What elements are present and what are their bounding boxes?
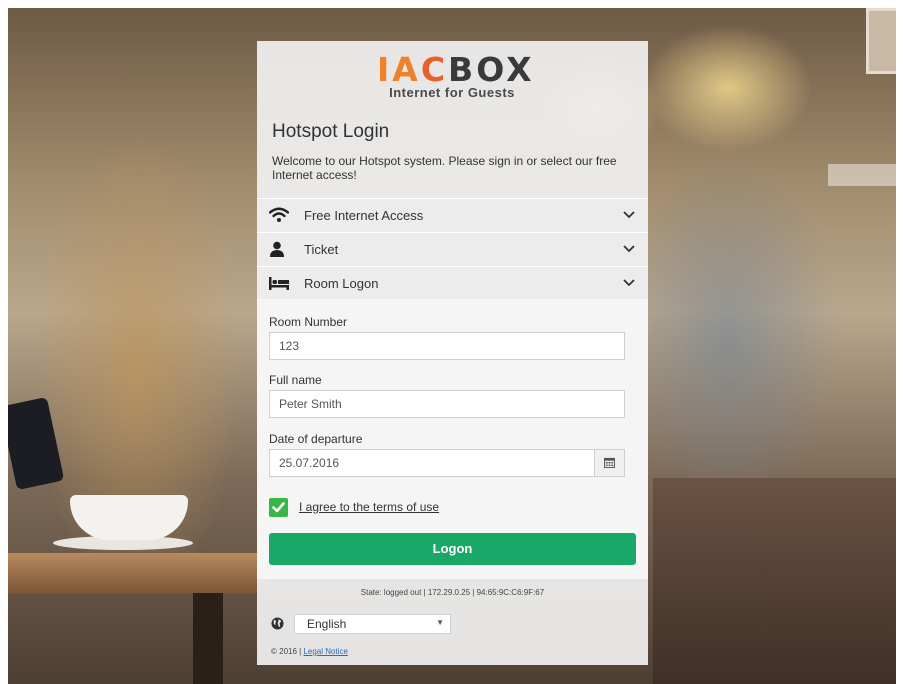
terms-of-use-link[interactable]: I agree to the terms of use: [299, 500, 439, 514]
room-number-field-box: [269, 332, 625, 360]
room-logon-form: Room Number Full name Date of departure: [257, 299, 648, 579]
welcome-text: Welcome to our Hotspot system. Please si…: [272, 154, 617, 182]
logo-c: C: [420, 50, 449, 89]
background-sign: [828, 164, 896, 186]
table-leg: [193, 593, 223, 684]
copyright-text: © 2016 |: [271, 647, 302, 656]
user-icon: [270, 241, 284, 257]
departure-field-box: [269, 449, 625, 477]
globe-icon: [271, 617, 284, 630]
wifi-icon: [269, 207, 289, 222]
accordion-label-ticket: Ticket: [304, 242, 339, 257]
language-select[interactable]: English ▼: [294, 614, 451, 634]
departure-label: Date of departure: [269, 432, 363, 446]
cafe-table: [8, 553, 268, 593]
logo-ia: IA: [377, 50, 421, 89]
login-method-accordion: Free Internet Access Ticket Room Logon: [257, 198, 648, 300]
coffee-cup: [70, 495, 188, 540]
legal-notice-link[interactable]: Legal Notice: [303, 647, 347, 656]
logo-wordmark: IACBOX: [377, 50, 532, 89]
chevron-down-icon: [623, 211, 635, 219]
accordion-item-ticket[interactable]: Ticket: [257, 232, 648, 266]
chevron-down-icon: [623, 245, 635, 253]
calendar-button[interactable]: [594, 450, 624, 476]
checkmark-icon: [272, 502, 285, 513]
room-number-input[interactable]: [270, 333, 618, 359]
full-name-input[interactable]: [270, 391, 618, 417]
language-selected: English: [307, 617, 347, 631]
phone: [8, 396, 65, 491]
terms-checkbox[interactable]: [269, 498, 288, 517]
room-number-label: Room Number: [269, 315, 348, 329]
brand-logo: IACBOX Internet for Guests: [377, 50, 532, 101]
chevron-down-icon: [623, 279, 635, 287]
calendar-icon: [604, 457, 615, 468]
connection-state: State: logged out | 172.29.0.25 | 94:65:…: [360, 588, 545, 597]
accordion-item-room-logon[interactable]: Room Logon: [257, 266, 648, 300]
caret-down-icon: ▼: [436, 618, 444, 627]
cafe-counter: [653, 478, 896, 684]
footer: © 2016 | Legal Notice: [271, 647, 348, 656]
login-panel: IACBOX Internet for Guests Hotspot Login…: [257, 41, 648, 665]
departure-date-input[interactable]: [270, 450, 598, 476]
logo-area: IACBOX Internet for Guests: [257, 41, 648, 111]
background-photo: IACBOX Internet for Guests Hotspot Login…: [8, 8, 896, 684]
accordion-item-free-internet[interactable]: Free Internet Access: [257, 198, 648, 232]
bed-icon: [269, 277, 289, 290]
page-title: Hotspot Login: [272, 121, 390, 142]
full-name-field-box: [269, 390, 625, 418]
accordion-label-room-logon: Room Logon: [304, 276, 379, 291]
logo-tagline: Internet for Guests: [389, 85, 515, 100]
full-name-label: Full name: [269, 373, 322, 387]
logo-box: BOX: [448, 50, 535, 89]
wall-picture: [866, 8, 896, 74]
accordion-label-free-internet: Free Internet Access: [304, 208, 424, 223]
logon-button[interactable]: Logon: [269, 533, 636, 565]
